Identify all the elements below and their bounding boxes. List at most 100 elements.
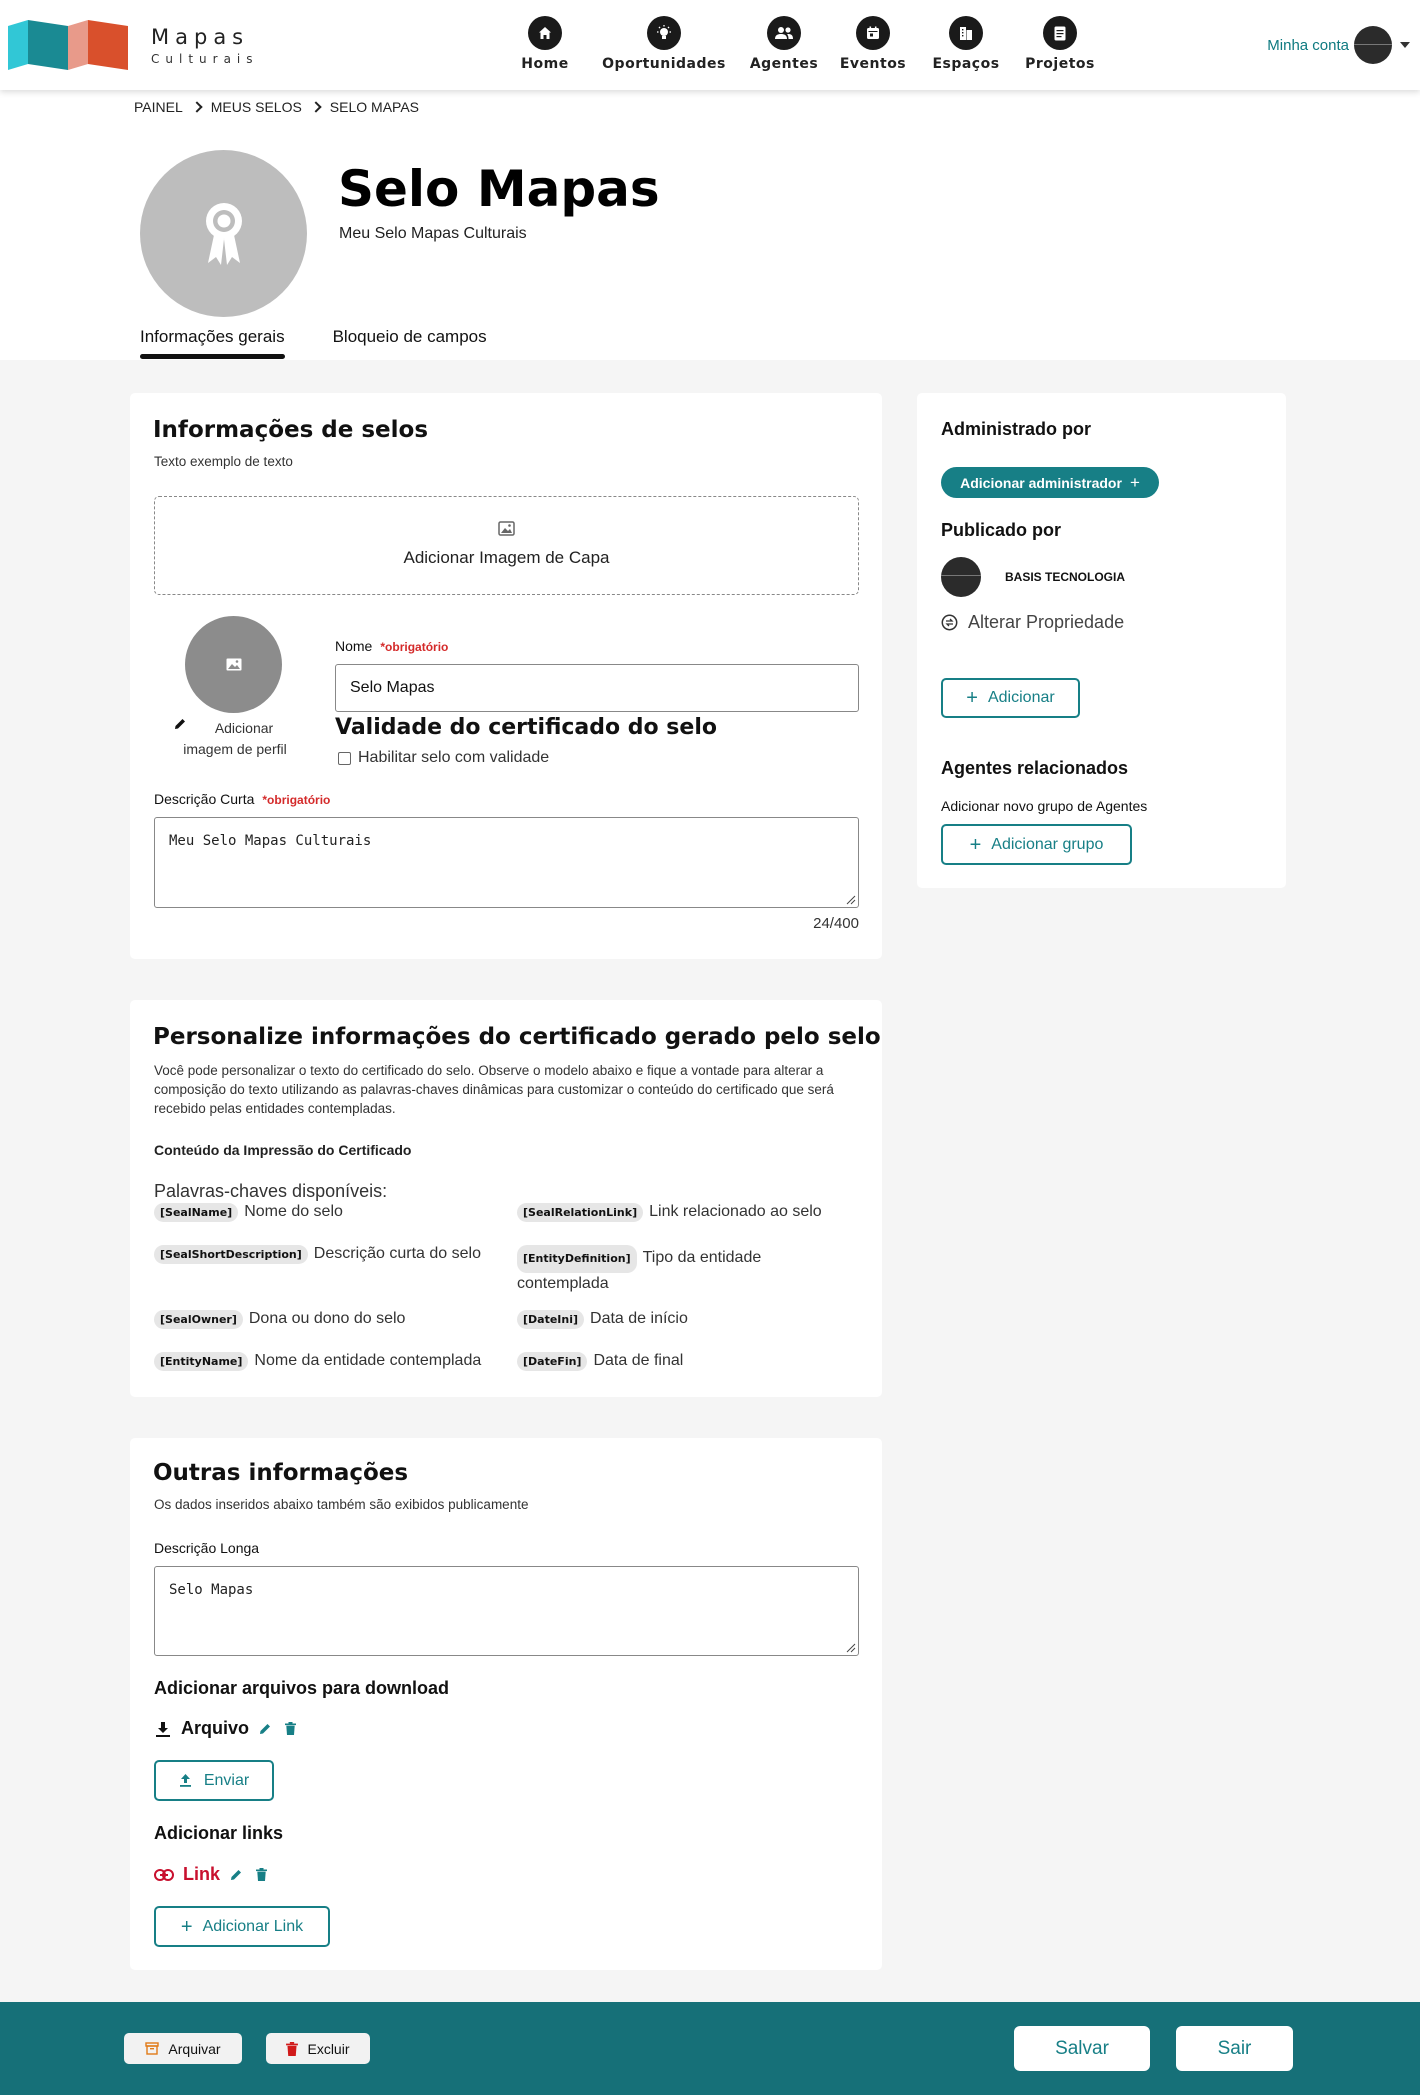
keyword-tag: [SealName] — [154, 1203, 239, 1222]
name-input[interactable]: Selo Mapas — [335, 664, 859, 712]
info-card: Informações de selos Texto exemplo de te… — [130, 393, 882, 959]
keyword-desc: Dona ou dono do selo — [248, 1310, 406, 1327]
long-desc-textarea[interactable]: Selo Mapas — [154, 1566, 859, 1656]
keyword-tag: [SealOwner] — [154, 1310, 243, 1329]
nav-oportunidades[interactable]: Oportunidades — [602, 16, 725, 72]
nav-projetos[interactable]: Projetos — [1025, 16, 1095, 72]
send-file-button[interactable]: Enviar — [154, 1760, 274, 1801]
short-desc-label-row: Descrição Curta *obrigatório — [154, 791, 330, 809]
other-info-card: Outras informações Os dados inseridos ab… — [130, 1438, 882, 1970]
upload-icon — [179, 1774, 191, 1787]
home-icon — [528, 16, 562, 50]
exit-button[interactable]: Sair — [1176, 2026, 1293, 2071]
logo-text: Mapas Culturais — [151, 25, 259, 66]
resize-handle-icon[interactable] — [846, 1643, 856, 1653]
keyword-item: [EntityDefinition] Tipo da entidade conte… — [517, 1245, 817, 1295]
delete-label: Excluir — [307, 2040, 350, 2057]
nav-agentes[interactable]: Agentes — [745, 16, 823, 72]
exit-label: Sair — [1217, 2037, 1252, 2059]
certificate-card-title: Personalize informações do certificado g… — [153, 1024, 881, 1050]
cover-image-upload[interactable]: Adicionar Imagem de Capa — [154, 496, 859, 595]
profile-image-label[interactable]: Adicionar imagem de perfil — [170, 718, 300, 760]
certificate-content-label: Conteúdo da Impressão do Certificado — [154, 1142, 412, 1158]
files-title: Adicionar arquivos para download — [154, 1678, 450, 1698]
profile-image-upload[interactable] — [185, 616, 282, 713]
validity-checkbox-row[interactable]: Habilitar selo com validade — [338, 749, 549, 767]
top-header: Mapas Culturais Home Oportunidades Agent… — [0, 0, 1420, 90]
keyword-desc: Nome da entidade contemplada — [254, 1352, 482, 1369]
short-desc-label: Descrição Curta — [154, 791, 255, 807]
pencil-icon[interactable] — [258, 1722, 272, 1736]
change-owner-label: Alterar Propriedade — [968, 612, 1125, 632]
trash-icon[interactable] — [285, 1722, 297, 1735]
lightbulb-icon — [647, 16, 681, 50]
seal-award-icon — [205, 202, 242, 265]
keyword-item: [EntityName] Nome da entidade contemplada — [154, 1352, 514, 1371]
validity-checkbox-label: Habilitar selo com validade — [358, 749, 550, 766]
tab-informacoes-gerais[interactable]: Informações gerais — [140, 327, 285, 359]
keyword-item: [DateFin] Data de final — [517, 1352, 862, 1371]
keyword-tag: [SealRelationLink] — [517, 1203, 644, 1222]
nav-eventos-label: Eventos — [839, 56, 907, 72]
name-label-row: Nome *obrigatório — [335, 638, 448, 656]
short-desc-value: Meu Selo Mapas Culturais — [169, 833, 372, 849]
change-owner-link[interactable]: Alterar Propriedade — [941, 612, 1124, 633]
archive-label: Arquivar — [168, 2040, 221, 2057]
file-label[interactable]: Arquivo — [181, 1718, 249, 1739]
long-desc-value: Selo Mapas — [169, 1582, 254, 1598]
add-link-button[interactable]: + Adicionar Link — [154, 1906, 330, 1947]
breadcrumb: Painel Meus selos Selo Mapas — [134, 99, 419, 115]
logo-title: Mapas — [151, 25, 250, 49]
publisher-name[interactable]: BASIS TECNOLOGIA — [1005, 570, 1125, 584]
resize-handle-icon[interactable] — [846, 895, 856, 905]
nav-projetos-label: Projetos — [1025, 56, 1095, 72]
mapas-culturais-logo[interactable] — [8, 20, 128, 70]
keyword-desc: Data de final — [593, 1352, 684, 1369]
other-info-subtitle: Os dados inseridos abaixo também são exi… — [154, 1497, 529, 1512]
keyword-item: [SealRelationLink] Link relacionado ao se… — [517, 1203, 862, 1222]
keyword-tag: [EntityDefinition] — [517, 1245, 637, 1273]
archive-button[interactable]: Arquivar — [124, 2033, 242, 2064]
add-admin-button[interactable]: Adicionar administrador + — [941, 467, 1159, 498]
name-input-value: Selo Mapas — [350, 679, 435, 696]
trash-icon — [286, 2041, 299, 2056]
keyword-desc: Descrição curta do selo — [313, 1245, 481, 1262]
required-marker: *obrigatório — [262, 793, 331, 807]
add-link-label: Adicionar Link — [202, 1917, 304, 1935]
link-label[interactable]: Link — [183, 1864, 220, 1885]
keyword-item: [DateIni] Data de início — [517, 1310, 862, 1329]
short-desc-textarea[interactable]: Meu Selo Mapas Culturais — [154, 817, 859, 908]
add-group-button[interactable]: + Adicionar grupo — [941, 824, 1132, 865]
nav-espacos[interactable]: Espaços — [931, 16, 1001, 72]
trash-icon[interactable] — [256, 1868, 268, 1881]
account-menu[interactable]: Minha conta — [1267, 26, 1410, 64]
validity-checkbox[interactable] — [338, 751, 351, 765]
nav-home[interactable]: Home — [515, 16, 575, 72]
keyword-item: [SealShortDescription] Descrição curta do… — [154, 1245, 494, 1264]
breadcrumb-item-meus-selos[interactable]: Meus selos — [211, 99, 302, 115]
pencil-icon[interactable] — [229, 1868, 243, 1882]
breadcrumb-item-current: Selo Mapas — [329, 99, 420, 115]
info-card-subtitle: Texto exemplo de texto — [154, 454, 293, 469]
page-subtitle: Meu Selo Mapas Culturais — [339, 225, 527, 242]
link-icon — [154, 1868, 174, 1881]
keyword-tag: [DateIni] — [517, 1310, 585, 1329]
other-info-title: Outras informações — [153, 1460, 409, 1486]
publisher-avatar[interactable] — [941, 557, 981, 597]
send-file-label: Enviar — [203, 1771, 250, 1789]
nav-home-label: Home — [521, 56, 569, 72]
add-button[interactable]: + Adicionar — [941, 678, 1080, 718]
page-title: Selo Mapas — [338, 160, 660, 218]
delete-button[interactable]: Excluir — [266, 2033, 370, 2064]
plus-icon: + — [1129, 472, 1140, 492]
save-button[interactable]: Salvar — [1014, 2026, 1150, 2071]
certificate-card-description: Você pode personalizar o texto do certif… — [154, 1063, 834, 1116]
published-title: Publicado por — [941, 520, 1062, 540]
logo-subtitle: Culturais — [151, 52, 259, 66]
breadcrumb-item-painel[interactable]: Painel — [134, 99, 183, 115]
keyword-desc: Nome do selo — [244, 1203, 343, 1220]
tab-bloqueio-de-campos[interactable]: Bloqueio de campos — [333, 327, 487, 359]
nav-eventos[interactable]: Eventos — [838, 16, 908, 72]
keyword-tag: [DateFin] — [517, 1352, 588, 1371]
chevron-right-icon — [191, 101, 203, 113]
